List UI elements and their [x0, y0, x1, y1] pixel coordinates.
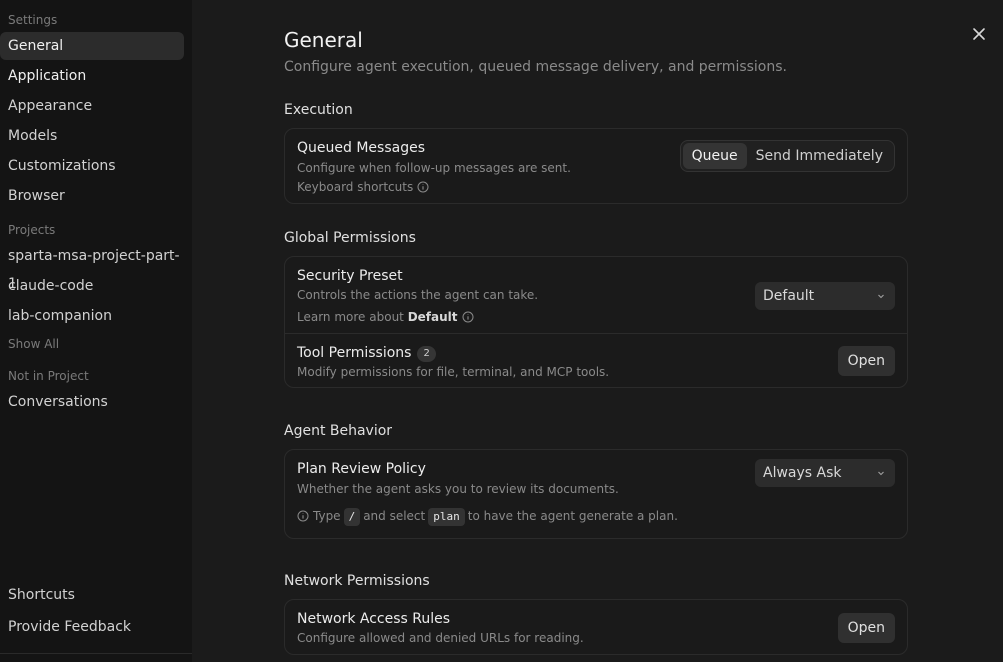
sidebar-item-project[interactable]: claude-code — [0, 272, 184, 300]
sidebar-item-feedback[interactable]: Provide Feedback — [0, 613, 184, 641]
sidebar-header-not-in-project: Not in Project — [8, 369, 89, 383]
sidebar-header-projects: Projects — [8, 223, 56, 237]
plan-hint-select: and select — [363, 509, 426, 523]
card-global-permissions: Security Preset Controls the actions the… — [284, 256, 908, 388]
network-rules-desc: Configure allowed and denied URLs for re… — [297, 631, 584, 645]
close-icon — [973, 28, 985, 40]
card-execution: Queued Messages Configure when follow-up… — [284, 128, 908, 204]
sidebar-header-settings: Settings — [8, 13, 58, 27]
chevron-down-icon — [878, 294, 884, 299]
tool-permissions-label: Tool Permissions — [297, 345, 412, 361]
sidebar-item-customizations[interactable]: Customizations — [0, 152, 184, 180]
plan-review-select[interactable]: Always Ask — [755, 459, 895, 487]
sidebar-item-appearance[interactable]: Appearance — [0, 92, 184, 120]
network-rules-title: Network Access Rules — [297, 611, 451, 627]
settings-sidebar: Settings General Application Appearance … — [0, 0, 192, 662]
section-header-execution: Execution — [284, 102, 353, 118]
info-icon — [462, 311, 474, 323]
keyboard-shortcuts-link[interactable]: Keyboard shortcuts — [297, 180, 429, 194]
card-agent-behavior: Plan Review Policy Whether the agent ask… — [284, 449, 908, 539]
send-immediately-option[interactable]: Send Immediately — [747, 143, 892, 169]
security-preset-value: Default — [763, 288, 815, 304]
sidebar-item-browser[interactable]: Browser — [0, 182, 184, 210]
page-title: General — [284, 28, 363, 52]
info-icon — [297, 510, 309, 522]
card-network-permissions: Network Access Rules Configure allowed a… — [284, 599, 908, 655]
tool-permissions-desc: Modify permissions for file, terminal, a… — [297, 365, 610, 379]
queued-messages-desc: Configure when follow-up messages are se… — [297, 161, 571, 175]
security-preset-title: Security Preset — [297, 268, 403, 284]
security-preset-select[interactable]: Default — [755, 282, 895, 310]
plan-command: plan — [428, 508, 465, 526]
tool-permissions-title: Tool Permissions 2 — [297, 345, 436, 362]
learn-more-link[interactable]: Learn more about Default — [297, 310, 474, 324]
queued-messages-title: Queued Messages — [297, 140, 425, 156]
page-subtitle: Configure agent execution, queued messag… — [284, 59, 787, 75]
plan-hint-type: Type — [313, 509, 341, 523]
sidebar-item-models[interactable]: Models — [0, 122, 184, 150]
sidebar-item-application[interactable]: Application — [0, 62, 184, 90]
tool-permissions-open-button[interactable]: Open — [837, 346, 895, 376]
plan-hint-generate: to have the agent generate a plan. — [467, 509, 678, 523]
tool-permissions-count-badge: 2 — [417, 346, 436, 362]
section-header-global-permissions: Global Permissions — [284, 230, 416, 246]
info-icon — [417, 181, 429, 193]
sidebar-item-general[interactable]: General — [0, 32, 184, 60]
plan-review-title: Plan Review Policy — [297, 461, 426, 477]
close-button[interactable] — [969, 24, 989, 44]
row-network-access-rules: Network Access Rules Configure allowed a… — [285, 600, 907, 654]
slash-key: / — [343, 508, 361, 526]
sidebar-item-shortcuts[interactable]: Shortcuts — [0, 581, 184, 609]
sidebar-item-project[interactable]: sparta-msa-project-part-1 — [0, 242, 184, 292]
network-rules-open-button[interactable]: Open — [837, 613, 895, 643]
section-header-agent-behavior: Agent Behavior — [284, 423, 393, 439]
plan-review-desc: Whether the agent asks you to review its… — [297, 482, 619, 496]
security-preset-desc: Controls the actions the agent can take. — [297, 288, 539, 302]
sidebar-show-all[interactable]: Show All — [0, 330, 184, 358]
chevron-down-icon — [878, 471, 884, 476]
row-tool-permissions: Tool Permissions 2 Modify permissions for… — [285, 333, 907, 388]
row-plan-review-policy: Plan Review Policy Whether the agent ask… — [285, 450, 907, 538]
row-security-preset: Security Preset Controls the actions the… — [285, 257, 907, 333]
plan-hint: Type / and select plan to have the agent gen… — [297, 508, 678, 526]
plan-review-value: Always Ask — [763, 465, 842, 481]
learn-more-preset: Default — [407, 310, 458, 324]
section-header-network-permissions: Network Permissions — [284, 573, 430, 589]
keyboard-shortcuts-label: Keyboard shortcuts — [297, 180, 414, 194]
sidebar-item-project[interactable]: lab-companion — [0, 302, 184, 330]
queue-option[interactable]: Queue — [682, 143, 747, 169]
learn-more-prefix: Learn more about — [297, 310, 408, 324]
row-queued-messages: Queued Messages Configure when follow-up… — [285, 129, 907, 203]
queue-mode-toggle: Queue Send Immediately — [679, 140, 895, 172]
sidebar-divider — [0, 653, 192, 654]
sidebar-item-conversations[interactable]: Conversations — [0, 388, 184, 416]
